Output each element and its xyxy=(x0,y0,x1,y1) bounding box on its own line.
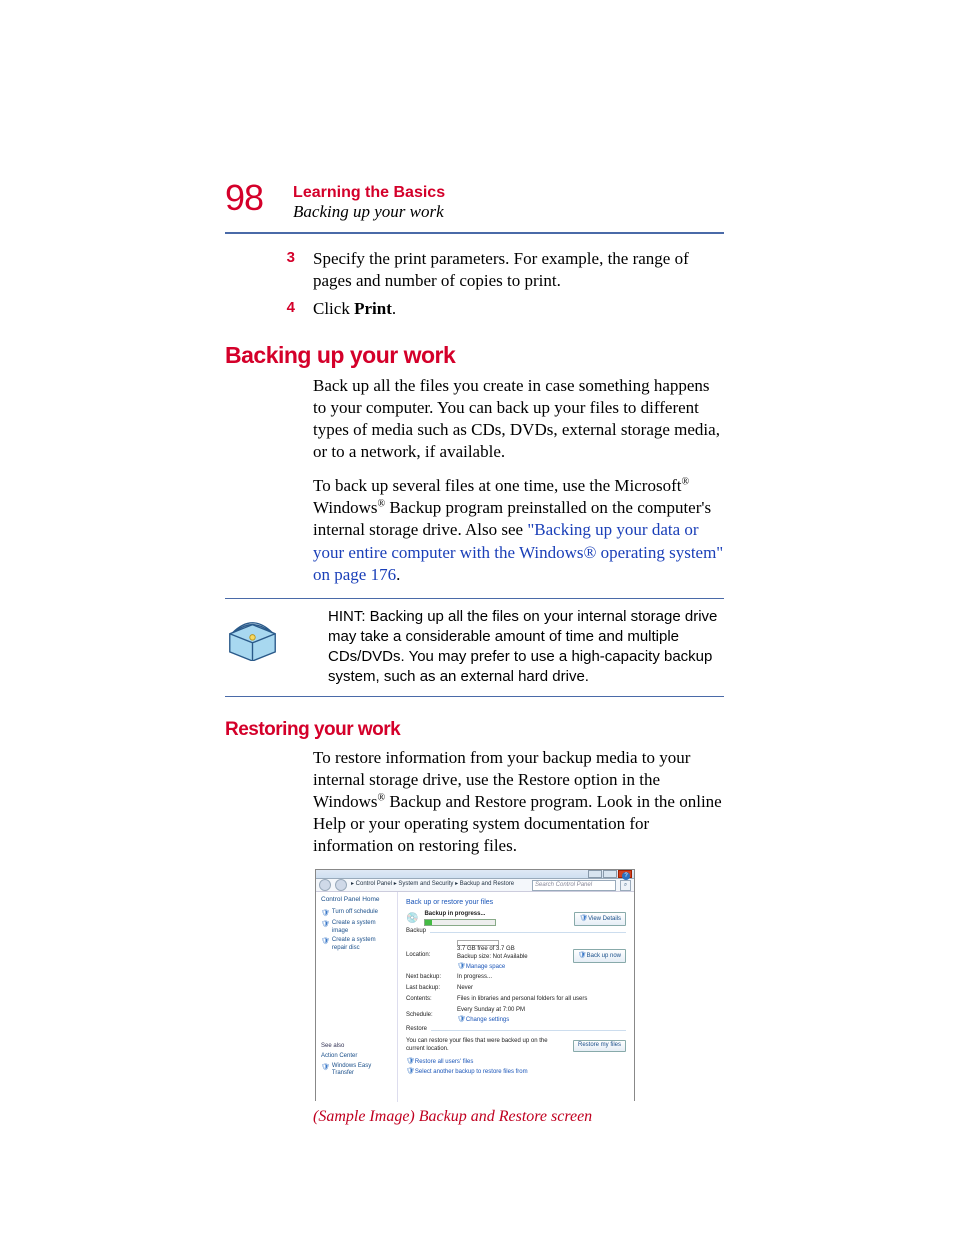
see-also-header: See also xyxy=(321,1043,392,1051)
shield-icon: 🛡 xyxy=(321,909,330,918)
contents-label: Contents: xyxy=(406,996,451,1004)
step-4-suffix: . xyxy=(392,299,396,318)
section-subtitle: Backing up your work xyxy=(293,202,445,222)
para-backup-tool: To back up several files at one time, us… xyxy=(313,475,724,585)
sidebar-easy-transfer[interactable]: 🛡Windows Easy Transfer xyxy=(321,1063,392,1079)
schedule-value: Every Sunday at 7:00 PM xyxy=(457,1007,525,1015)
backup-legend: Backup xyxy=(406,928,430,936)
change-settings-link[interactable]: 🛡Change settings xyxy=(457,1015,525,1025)
shield-icon: 🛡 xyxy=(406,1058,415,1065)
shield-icon: 🛡 xyxy=(321,920,330,936)
header-rule xyxy=(225,232,724,234)
shield-icon: 🛡 xyxy=(406,1068,415,1075)
shield-icon: 🛡 xyxy=(321,1063,330,1079)
restore-legend: Restore xyxy=(406,1026,431,1034)
select-another-backup-link[interactable]: 🛡Select another backup to restore files … xyxy=(406,1067,626,1077)
sidebar: ? Control Panel Home 🛡Turn off schedule … xyxy=(316,892,398,1102)
breadcrumb[interactable]: ▸ Control Panel ▸ System and Security ▸ … xyxy=(351,881,514,889)
nav-forward-icon[interactable] xyxy=(335,879,347,891)
last-backup-value: Never xyxy=(457,985,473,993)
hint-rule-top xyxy=(225,598,724,599)
shield-icon: 🛡 xyxy=(457,963,466,970)
para2-d: . xyxy=(396,565,400,584)
step-number-4: 4 xyxy=(283,298,295,320)
treasure-chest-icon xyxy=(225,611,280,661)
shield-icon: 🛡 xyxy=(579,915,588,922)
restore-all-users-link[interactable]: 🛡Restore all users' files xyxy=(406,1057,626,1067)
shield-icon: 🛡 xyxy=(321,937,330,953)
nav-back-icon[interactable] xyxy=(319,879,331,891)
schedule-label: Schedule: xyxy=(406,1012,451,1020)
minimize-button[interactable] xyxy=(588,870,602,878)
chapter-title: Learning the Basics xyxy=(293,184,445,202)
backup-size-text: Backup size: Not Available xyxy=(457,954,567,962)
backup-restore-screenshot: ▸ Control Panel ▸ System and Security ▸ … xyxy=(315,869,635,1101)
restore-description: You can restore your files that were bac… xyxy=(406,1038,567,1054)
back-up-now-button[interactable]: 🛡Back up now xyxy=(573,949,626,963)
screenshot-caption: (Sample Image) Backup and Restore screen xyxy=(313,1107,724,1128)
step-number-3: 3 xyxy=(283,248,295,292)
para2-a: To back up several files at one time, us… xyxy=(313,476,681,495)
main-title: Back up or restore your files xyxy=(406,898,626,907)
cd-icon: 💿 xyxy=(406,912,418,925)
heading-restoring: Restoring your work xyxy=(225,719,724,741)
nav-bar: ▸ Control Panel ▸ System and Security ▸ … xyxy=(316,879,634,892)
sidebar-create-repair-disc[interactable]: 🛡Create a system repair disc xyxy=(321,937,392,953)
restore-my-files-button[interactable]: Restore my files xyxy=(573,1040,626,1052)
progress-bar xyxy=(424,919,496,926)
shield-icon: 🛡 xyxy=(457,1016,466,1023)
reg-mark: ® xyxy=(377,792,385,803)
para-restore: To restore information from your backup … xyxy=(313,747,724,857)
step-text-3: Specify the print parameters. For exampl… xyxy=(313,248,724,292)
hint-rule-bottom xyxy=(225,696,724,697)
manage-space-link[interactable]: 🛡Manage space xyxy=(457,962,567,972)
para2-b: Windows xyxy=(313,498,377,517)
view-details-button[interactable]: 🛡View Details xyxy=(574,912,626,926)
page-number: 98 xyxy=(225,180,263,216)
search-input[interactable]: Search Control Panel xyxy=(532,880,616,891)
sidebar-action-center[interactable]: Action Center xyxy=(321,1053,392,1061)
window-titlebar xyxy=(316,870,634,879)
search-icon[interactable]: ⌕ xyxy=(620,880,631,891)
step-text-4: Click Print. xyxy=(313,298,396,320)
last-backup-label: Last backup: xyxy=(406,985,451,993)
location-label: Location: xyxy=(406,952,451,960)
maximize-button[interactable] xyxy=(603,870,617,878)
sidebar-turn-off-schedule[interactable]: 🛡Turn off schedule xyxy=(321,909,392,918)
hint-text: HINT: Backing up all the files on your i… xyxy=(328,607,724,688)
step-4-prefix: Click xyxy=(313,299,354,318)
step-4-bold: Print xyxy=(354,299,392,318)
next-backup-value: In progress... xyxy=(457,974,492,982)
contents-value: Files in libraries and personal folders … xyxy=(457,996,587,1004)
sidebar-home-link[interactable]: Control Panel Home xyxy=(321,896,392,904)
free-space-text: 3.7 GB free of 3.7 GB xyxy=(457,946,567,954)
next-backup-label: Next backup: xyxy=(406,974,451,982)
heading-backing-up: Backing up your work xyxy=(225,342,724,369)
shield-icon: 🛡 xyxy=(578,952,587,959)
main-panel: Back up or restore your files 💿 Backup i… xyxy=(398,892,634,1102)
para-backup-intro: Back up all the files you create in case… xyxy=(313,375,724,463)
backup-in-progress-label: Backup in progress... xyxy=(424,911,485,917)
reg-mark: ® xyxy=(681,477,689,488)
reg-mark: ® xyxy=(377,499,385,510)
sidebar-create-system-image[interactable]: 🛡Create a system image xyxy=(321,920,392,936)
